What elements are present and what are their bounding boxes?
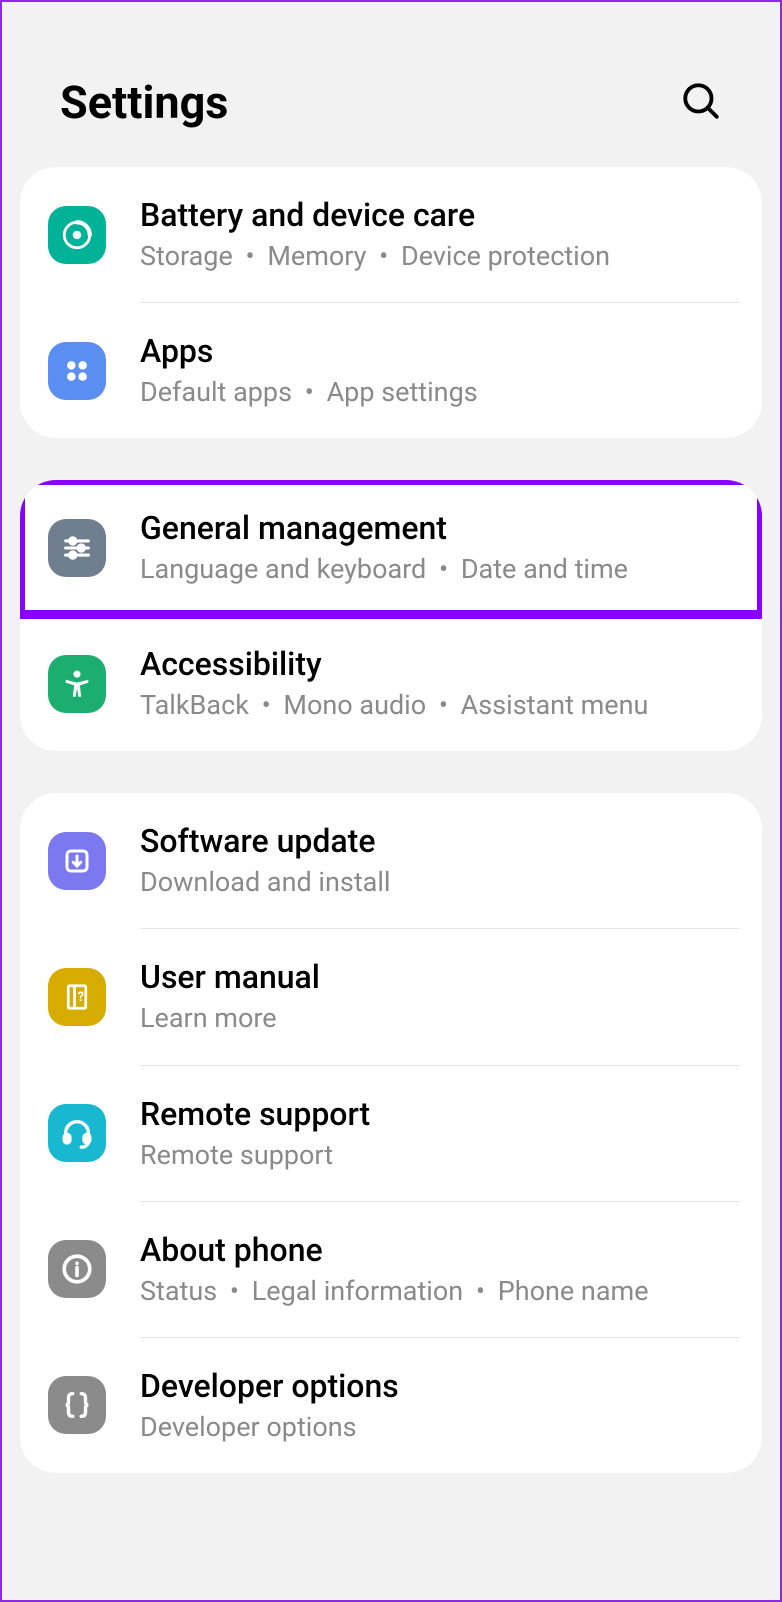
item-title: Remote support bbox=[140, 1094, 740, 1134]
item-subtitle: Default apps • App settings bbox=[140, 375, 740, 410]
search-button[interactable] bbox=[672, 72, 730, 133]
settings-item-about[interactable]: About phone Status • Legal information • … bbox=[20, 1202, 762, 1337]
item-subtitle: Language and keyboard • Date and time bbox=[140, 552, 740, 587]
settings-item-general[interactable]: General management Language and keyboard … bbox=[20, 480, 762, 615]
item-title: General management bbox=[140, 508, 740, 548]
battery-care-icon bbox=[48, 206, 106, 264]
settings-item-developer[interactable]: Developer options Developer options bbox=[20, 1338, 762, 1473]
settings-item-software[interactable]: Software update Download and install bbox=[20, 793, 762, 928]
item-subtitle: Remote support bbox=[140, 1138, 740, 1173]
item-subtitle: Status • Legal information • Phone name bbox=[140, 1274, 740, 1309]
page-title: Settings bbox=[60, 76, 228, 129]
item-title: Software update bbox=[140, 821, 740, 861]
item-title: User manual bbox=[140, 957, 740, 997]
item-title: Developer options bbox=[140, 1366, 740, 1406]
update-icon bbox=[48, 832, 106, 890]
item-title: Apps bbox=[140, 331, 740, 371]
settings-item-apps[interactable]: Apps Default apps • App settings bbox=[20, 303, 762, 438]
settings-item-accessibility[interactable]: Accessibility TalkBack • Mono audio • Ass… bbox=[20, 616, 762, 751]
svg-text:?: ? bbox=[78, 990, 84, 1005]
info-icon bbox=[48, 1240, 106, 1298]
item-subtitle: Learn more bbox=[140, 1001, 740, 1036]
item-title: About phone bbox=[140, 1230, 740, 1270]
item-title: Battery and device care bbox=[140, 195, 740, 235]
search-icon bbox=[680, 80, 722, 122]
item-subtitle: Download and install bbox=[140, 865, 740, 900]
headset-icon bbox=[48, 1104, 106, 1162]
braces-icon bbox=[48, 1376, 106, 1434]
settings-item-manual[interactable]: ? User manual Learn more bbox=[20, 929, 762, 1064]
sliders-icon bbox=[48, 519, 106, 577]
settings-item-remote[interactable]: Remote support Remote support bbox=[20, 1066, 762, 1201]
item-subtitle: Storage • Memory • Device protection bbox=[140, 239, 740, 274]
apps-icon bbox=[48, 342, 106, 400]
manual-icon: ? bbox=[48, 968, 106, 1026]
item-subtitle: TalkBack • Mono audio • Assistant menu bbox=[140, 688, 740, 723]
accessibility-icon bbox=[48, 655, 106, 713]
item-subtitle: Developer options bbox=[140, 1410, 740, 1445]
settings-item-battery[interactable]: Battery and device care Storage • Memory … bbox=[20, 167, 762, 302]
item-title: Accessibility bbox=[140, 644, 740, 684]
